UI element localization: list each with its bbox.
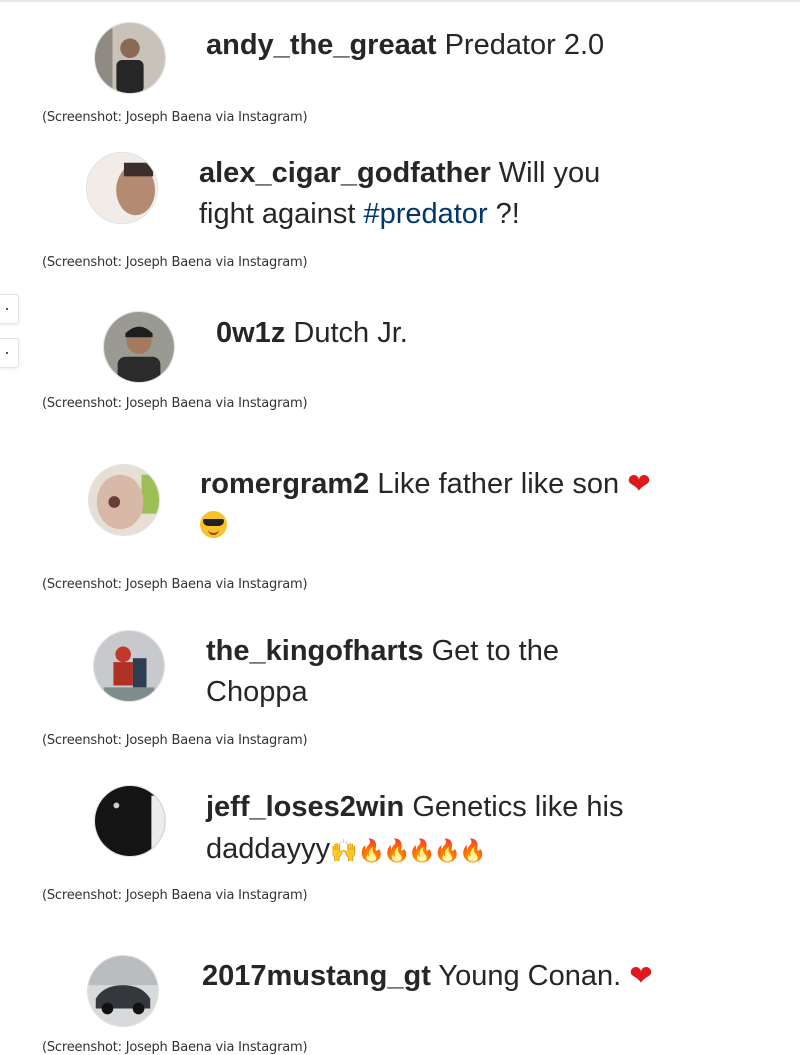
hashtag-link[interactable]: #predator xyxy=(363,198,487,230)
screenshot-caption: (Screenshot: Joseph Baena via Instagram) xyxy=(42,110,308,125)
comment-text-6: jeff_loses2win Genetics like his xyxy=(206,788,623,826)
comment-body: Young Conan. xyxy=(438,960,622,992)
avatar-2017mustang-gt[interactable] xyxy=(87,955,159,1027)
comment-text-6-line2: daddayyy🙌🔥🔥🔥🔥🔥 xyxy=(206,830,487,870)
username-link[interactable]: romergram2 xyxy=(200,468,369,500)
comment-body: Like father like son xyxy=(377,468,620,500)
fire-emoji: 🔥🔥🔥🔥🔥 xyxy=(357,838,487,863)
comment-body: Get to the xyxy=(431,635,559,667)
screenshot-caption: (Screenshot: Joseph Baena via Instagram) xyxy=(42,396,308,411)
avatar-romergram2[interactable] xyxy=(88,464,160,536)
comment-body: Dutch Jr. xyxy=(293,317,408,349)
side-tab-lower[interactable] xyxy=(0,338,19,368)
comment-body: Genetics like his xyxy=(412,791,624,823)
heart-emoji: ❤ xyxy=(629,960,653,991)
comment-body-line2-pre: fight against xyxy=(199,198,364,230)
username-link[interactable]: jeff_loses2win xyxy=(206,791,404,823)
username-link[interactable]: andy_the_greaat xyxy=(206,29,437,61)
comment-text-1: andy_the_greaat Predator 2.0 xyxy=(206,26,604,64)
comment-text-7: 2017mustang_gt Young Conan. ❤ xyxy=(202,957,653,995)
comment-text-5: the_kingofharts Get to the xyxy=(206,632,559,670)
comment-text-5-line2: Choppa xyxy=(206,673,308,711)
avatar-alex-cigar-godfather[interactable] xyxy=(86,152,158,224)
comment-text-4-line2 xyxy=(200,506,227,544)
side-tab-upper[interactable] xyxy=(0,294,19,324)
username-link[interactable]: alex_cigar_godfather xyxy=(199,157,491,189)
avatar-andy-the-greaat[interactable] xyxy=(94,22,166,94)
screenshot-caption: (Screenshot: Joseph Baena via Instagram) xyxy=(42,1040,308,1055)
comment-body-line2: daddayyy xyxy=(206,833,331,865)
comment-body-line2-post: ?! xyxy=(487,198,520,230)
username-link[interactable]: 0w1z xyxy=(216,317,285,349)
comment-text-4: romergram2 Like father like son ❤ xyxy=(200,465,651,503)
username-link[interactable]: the_kingofharts xyxy=(206,635,424,667)
comment-body: Will you xyxy=(498,157,601,189)
page-top-border xyxy=(0,0,800,2)
raising-hands-emoji: 🙌 xyxy=(330,838,358,863)
comment-body-line2: Choppa xyxy=(206,676,308,708)
screenshot-caption: (Screenshot: Joseph Baena via Instagram) xyxy=(42,733,308,748)
avatar-jeff-loses2win[interactable] xyxy=(94,785,166,857)
comment-body: Predator 2.0 xyxy=(444,29,605,61)
comment-text-3: 0w1z Dutch Jr. xyxy=(216,314,408,352)
screenshot-caption: (Screenshot: Joseph Baena via Instagram) xyxy=(42,577,308,592)
avatar-0w1z[interactable] xyxy=(103,311,175,383)
comment-text-2: alex_cigar_godfather Will you xyxy=(199,154,600,192)
comment-text-2-line2: fight against #predator ?! xyxy=(199,195,520,233)
username-link[interactable]: 2017mustang_gt xyxy=(202,960,431,992)
heart-emoji: ❤ xyxy=(627,468,651,499)
avatar-the-kingofharts[interactable] xyxy=(93,630,165,702)
screenshot-caption: (Screenshot: Joseph Baena via Instagram) xyxy=(42,888,308,903)
screenshot-caption: (Screenshot: Joseph Baena via Instagram) xyxy=(42,255,308,270)
sunglasses-face-emoji xyxy=(200,511,227,538)
